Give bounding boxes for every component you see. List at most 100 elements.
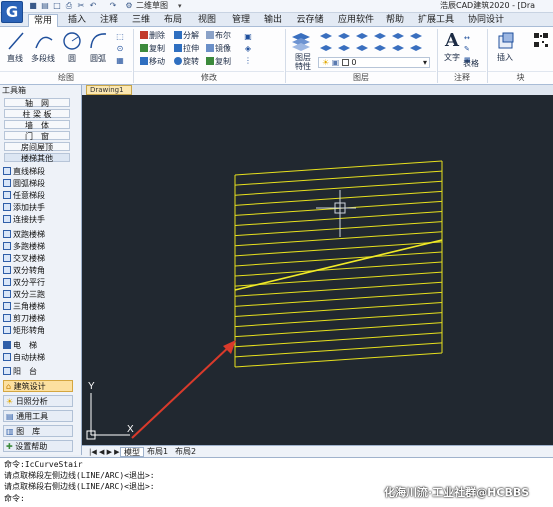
new-icon[interactable]: □: [52, 1, 62, 11]
toolbox-item-multi-stair[interactable]: 多跑楼梯: [3, 242, 71, 252]
handrail-icon: [3, 203, 11, 211]
document-tab[interactable]: Drawing1: [86, 85, 132, 95]
drawing-canvas[interactable]: Y X: [82, 95, 553, 445]
tab-layout1[interactable]: 布局1: [144, 447, 171, 457]
tab-annotate[interactable]: 注释: [96, 14, 122, 27]
toolbox-item-triangle-stair[interactable]: 三角楼梯: [3, 302, 71, 312]
stair-icon: [3, 179, 11, 187]
stair-walk-line: [234, 239, 443, 291]
toolbox-item-balcony[interactable]: 阳 台: [3, 367, 71, 377]
table-tool-label[interactable]: 表格: [463, 59, 479, 69]
boolean-button[interactable]: 布尔: [206, 31, 231, 41]
workspace-icon[interactable]: ⚙: [124, 1, 134, 11]
arc-tool-label[interactable]: 圆弧: [90, 54, 106, 64]
toolbox-item-split-triple[interactable]: 双分三跑: [3, 290, 71, 300]
stretch-button[interactable]: 拉伸: [174, 44, 199, 54]
toolbox-category-wall[interactable]: 墙 体: [4, 120, 70, 130]
toolbox-item-elevator[interactable]: 电 梯: [3, 341, 71, 351]
toolbox-item-cross-stair[interactable]: 交叉楼梯: [3, 254, 71, 264]
tab-home[interactable]: 常用: [28, 14, 58, 27]
rotate-label: 旋转: [183, 57, 199, 66]
tab-insert[interactable]: 插入: [64, 14, 90, 27]
draw-more-icons[interactable]: ⬚ ⊙ ▦: [112, 31, 128, 69]
tab-cloud[interactable]: 云存储: [292, 14, 328, 27]
tab-view[interactable]: 视图: [194, 14, 220, 27]
insert-block-icon[interactable]: [496, 31, 516, 51]
tab-collab[interactable]: 协同设计: [464, 14, 508, 27]
tab-help[interactable]: 帮助: [382, 14, 408, 27]
cut-icon[interactable]: ✂: [76, 1, 86, 11]
workspace-selector[interactable]: 二维草图: [136, 1, 168, 11]
tab-manage[interactable]: 管理: [228, 14, 254, 27]
toolbox-item-add-handrail[interactable]: 添加扶手: [3, 203, 71, 213]
layer-dropdown[interactable]: ☀ ▣ 0 ▾: [318, 57, 430, 68]
nav-general-tools[interactable]: ▤ 通用工具: [3, 410, 73, 422]
modify-group-label: 修改: [134, 71, 284, 83]
copy-icon: [140, 44, 148, 52]
command-prompt[interactable]: 命令:: [4, 494, 25, 504]
tab-apps[interactable]: 应用软件: [334, 14, 378, 27]
circle-tool-icon[interactable]: [62, 30, 82, 54]
layer-stack-icon[interactable]: [290, 31, 312, 51]
layer-properties-button[interactable]: 图层特性: [292, 53, 314, 71]
toolbox-category-stairs[interactable]: 楼梯其他: [4, 153, 70, 163]
toolbox-item-double-stair[interactable]: 双跑楼梯: [3, 230, 71, 240]
curve-stair-drawing[interactable]: [234, 160, 443, 368]
line-tool-icon[interactable]: [6, 30, 26, 54]
boolean-label: 布尔: [215, 31, 231, 40]
circle-tool-label[interactable]: 圆: [68, 54, 76, 64]
toolbox-item-label: 双分平行: [13, 278, 45, 287]
move-button[interactable]: 移动: [140, 57, 165, 67]
nav-sunlight-analysis[interactable]: ☀ 日照分析: [3, 395, 73, 407]
toolbox-item-scissor-stair[interactable]: 剪刀楼梯: [3, 314, 71, 324]
toolbox-category-column[interactable]: 柱 梁 板: [4, 109, 70, 119]
toolbox-item-label: 双跑楼梯: [13, 230, 45, 239]
toolbox-category-axis[interactable]: 轴 网: [4, 98, 70, 108]
tab-layout2[interactable]: 布局2: [172, 447, 199, 457]
undo-icon[interactable]: ↶: [88, 1, 98, 11]
open-icon[interactable]: ▤: [40, 1, 50, 11]
toolbox-item-straight-stair[interactable]: 直线梯段: [3, 167, 71, 177]
redo-icon[interactable]: ↷: [108, 1, 118, 11]
toolbox-item-escalator[interactable]: 自动扶梯: [3, 353, 71, 363]
tab-output[interactable]: 输出: [260, 14, 286, 27]
insert-block-label[interactable]: 插入: [497, 53, 513, 63]
copy-button[interactable]: 复制: [140, 44, 165, 54]
line-tool-label[interactable]: 直线: [7, 54, 23, 64]
text-tool-label[interactable]: 文字: [444, 53, 460, 63]
toolbox-item-arc-stair[interactable]: 圆弧梯段: [3, 179, 71, 189]
stretch-label: 拉伸: [183, 44, 199, 53]
toolbox-item-any-stair[interactable]: 任意梯段: [3, 191, 71, 201]
toolbox-item-split-parallel[interactable]: 双分平行: [3, 278, 71, 288]
text-tool-icon[interactable]: A: [443, 30, 461, 52]
polyline-tool-icon[interactable]: [34, 30, 54, 54]
replicate-button[interactable]: 复制: [206, 57, 231, 67]
tab-model[interactable]: 模型: [120, 447, 144, 457]
explode-button[interactable]: 分解: [174, 31, 199, 41]
rotate-button[interactable]: 旋转: [174, 57, 199, 67]
stair-icon: [3, 302, 11, 310]
tab-layout[interactable]: 布局: [160, 14, 186, 27]
toolbox-category-room[interactable]: 房间屋顶: [4, 142, 70, 152]
erase-button[interactable]: 删除: [140, 31, 165, 41]
handrail-icon: [3, 215, 11, 223]
nav-settings-help[interactable]: ✚ 设置帮助: [3, 440, 73, 452]
save-icon[interactable]: ■: [28, 1, 38, 11]
qr-code-icon[interactable]: [533, 32, 549, 48]
toolbox-item-split-corner[interactable]: 双分转角: [3, 266, 71, 276]
tab-extensions[interactable]: 扩展工具: [414, 14, 458, 27]
polyline-tool-label[interactable]: 多段线: [31, 54, 55, 64]
nav-library[interactable]: ▥ 图 库: [3, 425, 73, 437]
toolbox-category-door[interactable]: 门 窗: [4, 131, 70, 141]
arc-tool-icon[interactable]: [88, 30, 108, 54]
app-logo[interactable]: G: [1, 1, 23, 23]
command-history-line: 请点取梯段左侧边线(LINE/ARC)<退出>:: [4, 471, 155, 480]
toolbox-item-rect-corner[interactable]: 矩形转角: [3, 326, 71, 336]
mirror-button[interactable]: 镜像: [206, 44, 231, 54]
print-icon[interactable]: ⎙: [64, 1, 74, 11]
modify-more-icons[interactable]: ▣ ◈ ⋮: [238, 31, 258, 67]
nav-architecture-design[interactable]: ⌂ 建筑设计: [3, 380, 73, 392]
chevron-down-icon[interactable]: ▾: [178, 1, 182, 11]
tab-3d[interactable]: 三维: [128, 14, 154, 27]
toolbox-item-connect-handrail[interactable]: 连接扶手: [3, 215, 71, 225]
